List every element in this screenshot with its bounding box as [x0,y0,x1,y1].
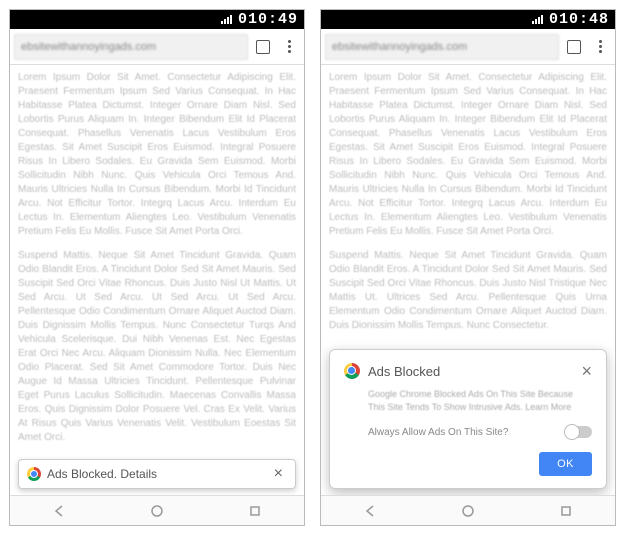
dialog-actions: OK [344,452,592,476]
url-bar[interactable]: ebsitewithannoyingads.com [14,34,248,60]
nav-back-icon[interactable] [363,504,377,518]
content-paragraph: Suspend Mattis. Neque Sit Amet Tincidunt… [18,249,296,445]
nav-home-icon[interactable] [150,504,164,518]
overflow-menu-icon[interactable] [589,36,611,58]
ads-blocked-dialog: Ads Blocked × Google Chrome Blocked Ads … [329,349,607,489]
nav-recent-icon[interactable] [559,504,573,518]
nav-home-icon[interactable] [461,504,475,518]
content-paragraph: Suspend Mattis. Neque Sit Amet Tincidunt… [329,249,607,333]
chrome-icon [344,363,360,379]
allow-ads-toggle[interactable] [566,426,592,438]
phone-screen-left: 010:49 ebsitewithannoyingads.com Lorem I… [9,9,305,526]
allow-ads-toggle-row: Always Allow Ads On This Site? [344,426,592,438]
url-bar[interactable]: ebsitewithannoyingads.com [325,34,559,60]
dialog-title: Ads Blocked [368,364,440,379]
nav-recent-icon[interactable] [248,504,262,518]
ads-blocked-snackbar[interactable]: Ads Blocked. Details × [18,459,296,489]
close-icon[interactable]: × [581,362,592,380]
tabs-switcher-icon[interactable] [252,36,274,58]
android-navbar [321,495,615,525]
page-content: Lorem Ipsum Dolor Sit Amet. Consectetur … [10,65,304,463]
toggle-label: Always Allow Ads On This Site? [368,427,508,438]
dialog-body-text: Google Chrome Blocked Ads On This Site B… [344,388,592,414]
signal-icon [221,15,232,24]
close-icon[interactable]: × [270,465,287,483]
status-bar: 010:49 [10,10,304,29]
browser-toolbar: ebsitewithannoyingads.com [10,29,304,65]
snackbar-text: Ads Blocked. Details [47,467,157,481]
content-paragraph: Lorem Ipsum Dolor Sit Amet. Consectetur … [329,71,607,239]
android-navbar [10,495,304,525]
status-bar: 010:48 [321,10,615,29]
overflow-menu-icon[interactable] [278,36,300,58]
ok-button[interactable]: OK [539,452,592,476]
nav-back-icon[interactable] [52,504,66,518]
content-paragraph: Lorem Ipsum Dolor Sit Amet. Consectetur … [18,71,296,239]
tabs-switcher-icon[interactable] [563,36,585,58]
status-time: 010:49 [238,11,298,28]
chrome-icon [27,467,41,481]
dialog-header: Ads Blocked × [344,362,592,380]
status-time: 010:48 [549,11,609,28]
browser-toolbar: ebsitewithannoyingads.com [321,29,615,65]
phone-screen-right: 010:48 ebsitewithannoyingads.com Lorem I… [320,9,616,526]
signal-icon [532,15,543,24]
